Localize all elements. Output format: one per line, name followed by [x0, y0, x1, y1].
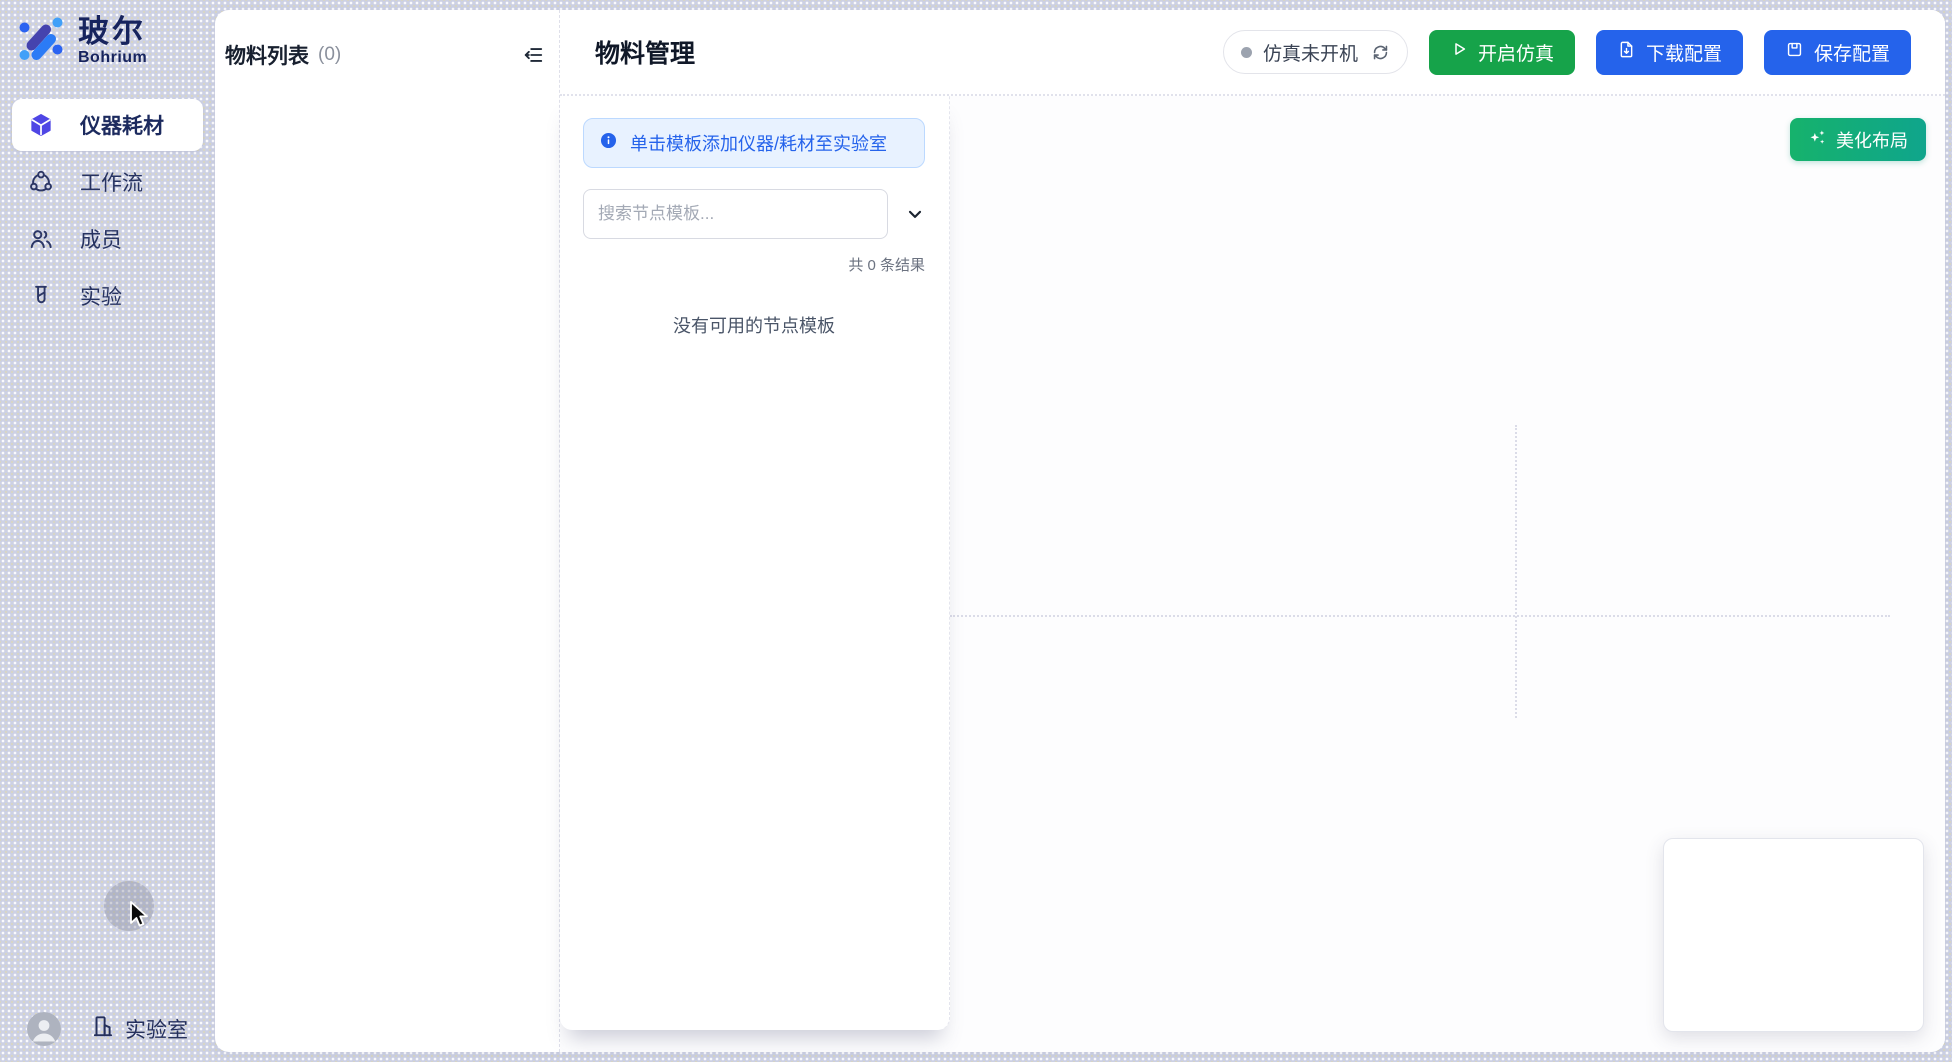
material-list-title: 物料列表: [225, 40, 309, 70]
empty-templates-text: 没有可用的节点模板: [583, 312, 925, 338]
sidebar-item-members[interactable]: 成员: [12, 213, 203, 265]
start-simulation-button[interactable]: 开启仿真: [1429, 30, 1575, 75]
canvas-guide-vertical: [1515, 425, 1517, 718]
header-actions: 仿真未开机: [1223, 30, 1911, 75]
simulation-status-text: 仿真未开机: [1263, 39, 1358, 66]
sidebar-item-experiments[interactable]: 实验: [12, 270, 203, 322]
page-title: 物料管理: [595, 34, 695, 70]
simulation-status-pill: 仿真未开机: [1223, 30, 1408, 74]
play-icon: [1450, 40, 1468, 64]
download-config-label: 下载配置: [1646, 39, 1722, 66]
bohrium-logo-icon: [17, 15, 65, 68]
beautify-layout-button[interactable]: 美化布局: [1790, 118, 1926, 161]
workflow-icon: [28, 169, 54, 195]
main-card: 物料列表 (0) 物料管理 仿真未开机: [215, 10, 1945, 1052]
brand-name-zh: 玻尔: [78, 16, 147, 49]
building-icon: [90, 1013, 116, 1045]
page-header: 物料管理 仿真未开机: [560, 10, 1945, 96]
sidebar-item-label: 工作流: [80, 167, 143, 197]
collapse-panel-icon[interactable]: [521, 43, 545, 67]
refresh-icon[interactable]: [1371, 43, 1390, 62]
sidebar-item-label: 实验: [80, 281, 122, 311]
file-download-icon: [1617, 40, 1636, 65]
download-config-button[interactable]: 下载配置: [1596, 30, 1743, 75]
main-area: 物料管理 仿真未开机: [560, 10, 1945, 1052]
sidebar-item-instruments[interactable]: 仪器耗材: [12, 99, 203, 151]
beautify-layout-label: 美化布局: [1836, 127, 1908, 153]
minimap-panel[interactable]: [1663, 838, 1924, 1032]
flow-canvas[interactable]: 单击模板添加仪器/耗材至实验室 共 0 条结果 没有可用的节点模板: [560, 96, 1945, 1052]
lab-label: 实验室: [125, 1014, 188, 1044]
info-icon: [599, 131, 618, 155]
sidebar-item-label: 成员: [80, 224, 122, 254]
info-banner: 单击模板添加仪器/耗材至实验室: [583, 118, 925, 168]
avatar[interactable]: [27, 1012, 61, 1046]
save-config-button[interactable]: 保存配置: [1764, 30, 1911, 75]
sidebar-nav: 仪器耗材 工作流 成员: [0, 99, 215, 322]
sidebar-footer: 实验室: [0, 1012, 215, 1046]
members-icon: [28, 226, 54, 252]
info-banner-text: 单击模板添加仪器/耗材至实验室: [630, 130, 887, 156]
app-root: { "brand": { "name_zh": "玻尔", "name_en":…: [0, 0, 1952, 1062]
sparkles-icon: [1808, 128, 1827, 152]
search-input[interactable]: [583, 189, 888, 239]
result-count: 共 0 条结果: [583, 254, 925, 275]
material-list-count: (0): [318, 44, 341, 66]
status-dot-icon: [1241, 47, 1252, 58]
sidebar-item-label: 仪器耗材: [80, 110, 164, 140]
mouse-cursor: [124, 899, 152, 936]
chevron-down-icon[interactable]: [905, 204, 925, 224]
cube-icon: [28, 112, 54, 138]
brand-name-en: Bohrium: [78, 49, 147, 67]
save-icon: [1785, 40, 1804, 65]
sidebar-item-workflow[interactable]: 工作流: [12, 156, 203, 208]
canvas-guide-horizontal: [950, 615, 1890, 617]
lab-switcher[interactable]: 实验室: [90, 1013, 188, 1045]
material-list-panel: 物料列表 (0): [215, 10, 560, 1052]
experiment-icon: [28, 283, 54, 309]
node-template-panel: 单击模板添加仪器/耗材至实验室 共 0 条结果 没有可用的节点模板: [560, 96, 950, 1030]
save-config-label: 保存配置: [1814, 39, 1890, 66]
start-simulation-label: 开启仿真: [1478, 39, 1554, 66]
brand-logo: 玻尔 Bohrium: [0, 0, 215, 68]
